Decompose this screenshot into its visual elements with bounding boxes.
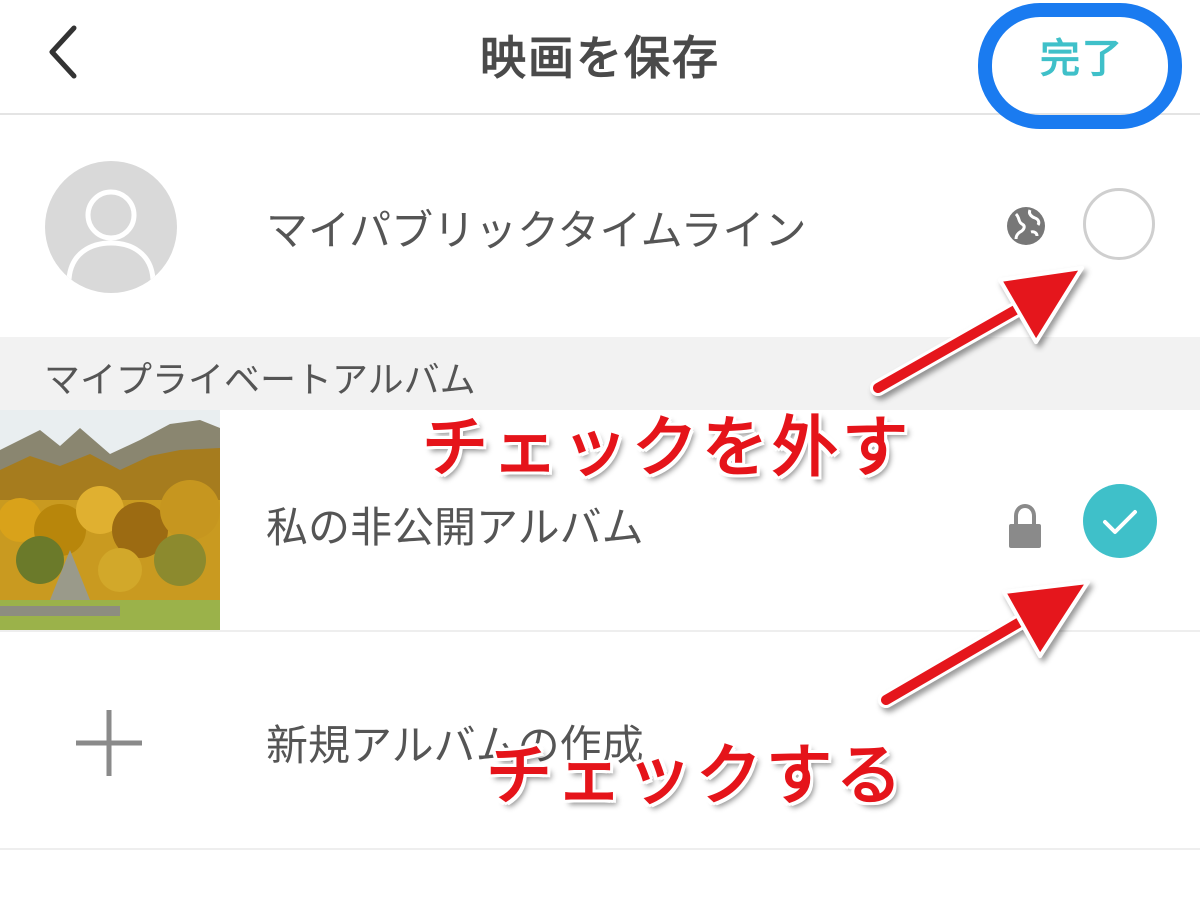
- avatar: [45, 161, 177, 293]
- globe-icon: [1007, 207, 1045, 245]
- done-highlight-ring: [978, 3, 1182, 129]
- checkmark-icon: [1103, 510, 1137, 534]
- lock-icon: [1009, 503, 1041, 548]
- user-icon: [66, 189, 156, 282]
- private-album-checkbox[interactable]: [1083, 484, 1157, 558]
- public-timeline-radio[interactable]: [1083, 188, 1155, 260]
- public-timeline-row[interactable]: マイパブリックタイムライン: [0, 115, 1200, 337]
- public-timeline-label: マイパブリックタイムライン: [266, 206, 807, 255]
- annotation-uncheck: チェックを外す: [422, 409, 912, 486]
- section-title: マイプライベートアルバム: [44, 360, 476, 401]
- annotation-check: チェックする: [486, 737, 906, 814]
- plus-icon: [76, 710, 142, 776]
- private-album-label: 私の非公開アルバム: [266, 503, 644, 552]
- row-divider: [0, 848, 1200, 850]
- album-thumbnail: [0, 410, 220, 630]
